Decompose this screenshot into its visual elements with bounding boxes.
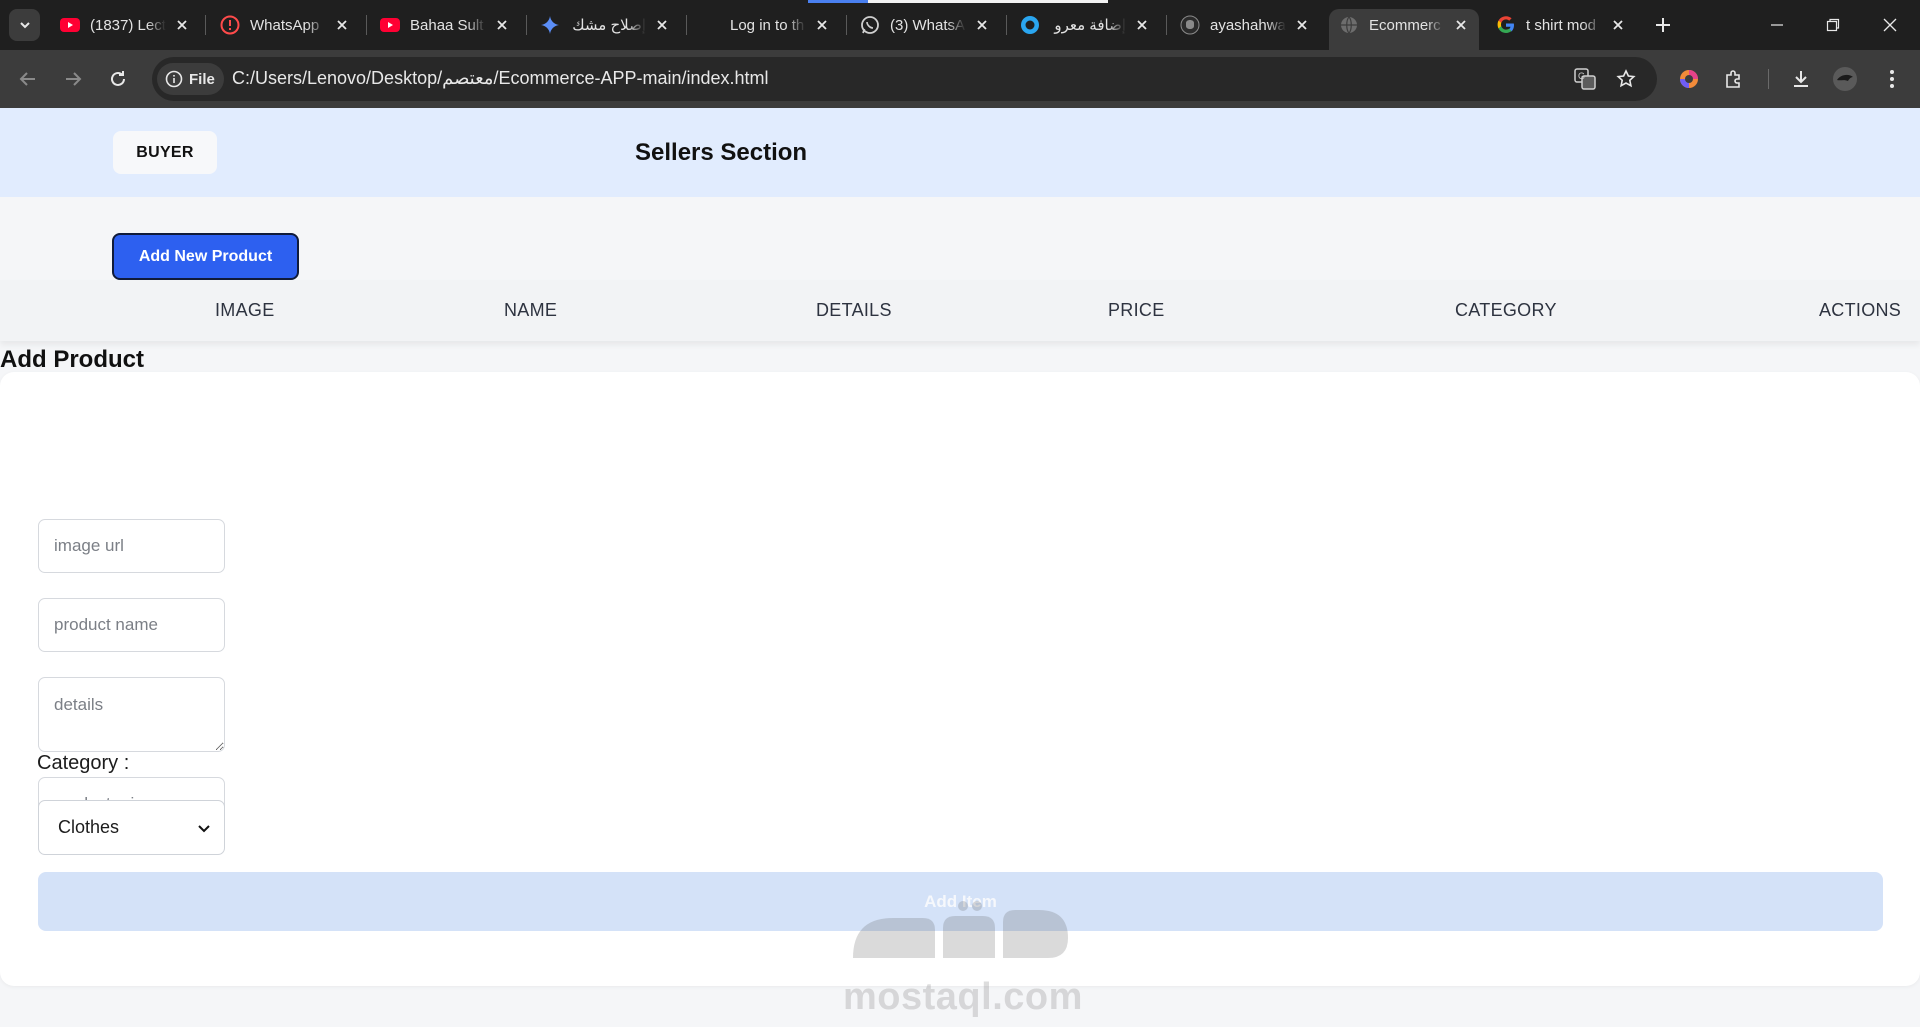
- browser-tab[interactable]: t shirt mod: [1486, 9, 1636, 41]
- column-header-name: NAME: [504, 300, 558, 320]
- bookmark-star-icon[interactable]: [1614, 67, 1638, 91]
- scheme-label: File: [189, 70, 215, 88]
- whatsapp-icon: [860, 15, 880, 35]
- youtube-icon: [380, 15, 400, 35]
- add-product-heading: Add Product: [0, 346, 144, 373]
- back-button[interactable]: [11, 62, 45, 96]
- tab-title: ayashahwa: [1210, 16, 1286, 34]
- tab-title: Ecommerc: [1369, 16, 1441, 34]
- tab-title: t shirt mod: [1526, 16, 1597, 34]
- watermark-text: mostaql.com: [843, 976, 1083, 1018]
- youtube-icon: [60, 15, 80, 35]
- circle-icon: [1020, 15, 1040, 35]
- tab-search-button[interactable]: [9, 9, 40, 41]
- category-selected-value: Clothes: [58, 817, 120, 837]
- add-new-product-button[interactable]: Add New Product: [112, 233, 299, 280]
- page-title: Sellers Section: [635, 139, 808, 166]
- browser-toolbar: File C:/Users/Lenovo/Desktop/معتصم/Ecomm…: [0, 50, 1920, 108]
- mostaql-watermark: mostaql.com: [843, 898, 1083, 1018]
- browser-tab[interactable]: (1837) Lect: [50, 9, 200, 41]
- close-icon[interactable]: [174, 17, 190, 33]
- tab-title: Bahaa Sult: [410, 16, 484, 34]
- browser-tab[interactable]: Bahaa Sult: [370, 9, 520, 41]
- chevron-down-icon: [198, 825, 210, 833]
- tab-title: إصلاح مشك: [572, 17, 646, 34]
- add-product-form: Category : Clothes Add Item: [0, 372, 1920, 986]
- minimize-icon: [1771, 24, 1783, 26]
- column-header-price: PRICE: [1108, 300, 1165, 320]
- forward-button[interactable]: [56, 62, 90, 96]
- gemini-icon: [540, 15, 560, 35]
- reload-icon: [111, 71, 125, 86]
- plus-icon: [1656, 18, 1670, 32]
- arrow-right-icon: [66, 72, 82, 86]
- close-icon[interactable]: [494, 17, 510, 33]
- products-table-header: IMAGE NAME DETAILS PRICE CATEGORY ACTION…: [0, 280, 1920, 341]
- tab-title: (3) WhatsA: [890, 16, 966, 34]
- alert-icon: [220, 15, 240, 35]
- github-icon: [1180, 15, 1200, 35]
- close-window-button[interactable]: [1876, 12, 1904, 38]
- address-bar[interactable]: File C:/Users/Lenovo/Desktop/معتصم/Ecomm…: [152, 57, 1657, 101]
- column-header-category: CATEGORY: [1455, 300, 1557, 320]
- browser-tab[interactable]: ayashahwa: [1170, 9, 1320, 41]
- extension-colorful-icon[interactable]: [1673, 63, 1705, 95]
- browser-tab-active[interactable]: Ecommerc: [1329, 9, 1479, 50]
- page-content: BUYER Sellers Section Add New Product IM…: [0, 108, 1920, 1027]
- browser-tab[interactable]: إضافة معرو: [1010, 9, 1160, 41]
- site-info-chip[interactable]: File: [157, 63, 224, 95]
- svg-text:G: G: [1578, 71, 1585, 81]
- close-icon[interactable]: [974, 17, 990, 33]
- column-header-image: IMAGE: [215, 300, 275, 320]
- browser-tab[interactable]: إصلاح مشك: [530, 9, 680, 41]
- product-name-input[interactable]: [38, 598, 225, 652]
- chevron-down-icon: [19, 22, 30, 29]
- close-icon[interactable]: [654, 17, 670, 33]
- globe-icon: [1339, 15, 1359, 35]
- close-icon[interactable]: [1294, 17, 1310, 33]
- arrow-left-icon: [19, 72, 35, 86]
- category-select[interactable]: Clothes: [38, 800, 225, 855]
- browser-tab[interactable]: Log in to th: [690, 9, 840, 41]
- buyer-button[interactable]: BUYER: [113, 131, 217, 174]
- profile-avatar[interactable]: [1829, 63, 1861, 95]
- page-header: BUYER Sellers Section: [0, 108, 1920, 197]
- restore-button[interactable]: [1819, 12, 1847, 38]
- google-icon: [1496, 15, 1516, 35]
- download-icon[interactable]: [1785, 63, 1817, 95]
- column-header-actions: ACTIONS: [1819, 300, 1902, 320]
- info-icon: [165, 70, 183, 88]
- browser-tab-strip: (1837) Lect WhatsApp Bahaa Sult إصلاح مش…: [0, 0, 1920, 50]
- tab-title: Log in to th: [730, 16, 805, 34]
- minimize-button[interactable]: [1763, 12, 1791, 38]
- close-icon[interactable]: [334, 17, 350, 33]
- close-icon[interactable]: [1453, 17, 1469, 33]
- tab-title: (1837) Lect: [90, 16, 166, 34]
- url-text[interactable]: C:/Users/Lenovo/Desktop/معتصم/Ecommerce-…: [232, 68, 769, 89]
- close-icon[interactable]: [1134, 17, 1150, 33]
- browser-tab[interactable]: (3) WhatsA: [850, 9, 1000, 41]
- close-icon[interactable]: [814, 17, 830, 33]
- reload-button[interactable]: [101, 62, 135, 96]
- close-icon[interactable]: [1610, 17, 1626, 33]
- new-tab-button[interactable]: [1651, 13, 1675, 37]
- browser-tab[interactable]: WhatsApp: [210, 9, 360, 41]
- image-url-input[interactable]: [38, 519, 225, 573]
- restore-icon: [1826, 18, 1840, 32]
- extensions-puzzle-icon[interactable]: [1718, 63, 1750, 95]
- tab-title: إضافة معرو: [1054, 17, 1126, 34]
- details-textarea[interactable]: [38, 677, 225, 752]
- translate-icon[interactable]: G: [1573, 67, 1597, 91]
- blank-page-icon: [700, 15, 720, 35]
- loading-indicator: [808, 0, 1108, 3]
- tab-title: WhatsApp: [250, 16, 320, 34]
- column-header-details: DETAILS: [816, 300, 892, 320]
- mostaql-logo-icon: [853, 901, 1068, 958]
- kebab-menu-icon[interactable]: [1876, 63, 1908, 95]
- category-label: Category :: [37, 752, 130, 774]
- close-icon: [1883, 18, 1897, 32]
